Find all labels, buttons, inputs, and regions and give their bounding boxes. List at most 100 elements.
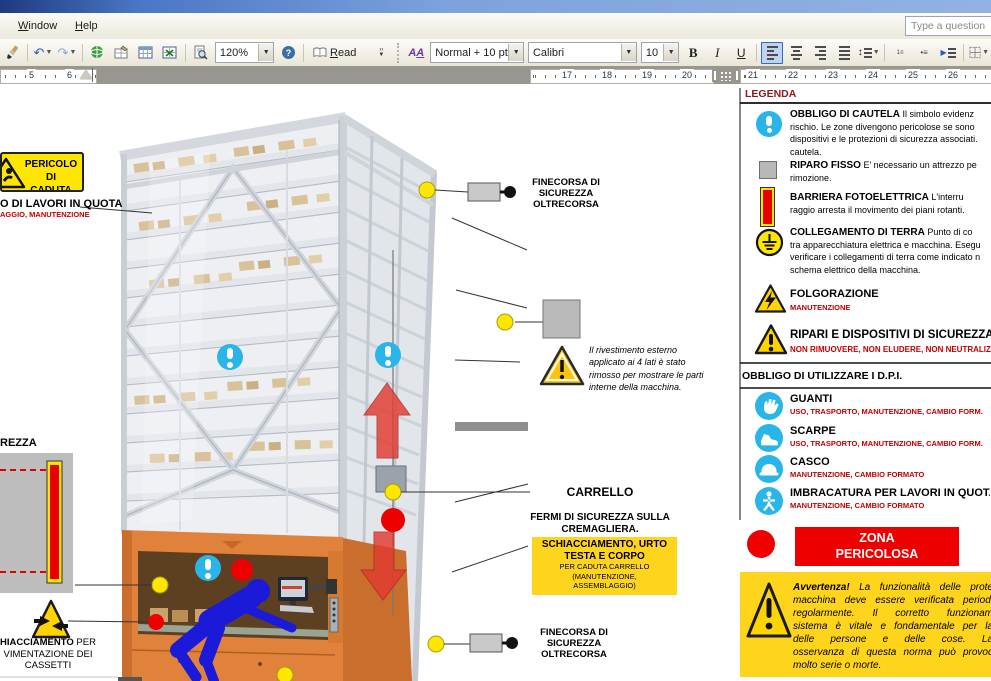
- pericolo-sign-text: PERICOLODI CADUTA: [24, 158, 78, 192]
- read-button[interactable]: Read: [308, 42, 361, 64]
- title-bar: [0, 0, 991, 13]
- table-column-marker[interactable]: [712, 69, 740, 82]
- carrello-label: CARRELLO: [540, 486, 660, 499]
- undo-button[interactable]: ↶▼: [32, 42, 54, 64]
- avvertenza-text: Avvertenza! La funzionalità delle prote …: [793, 581, 991, 672]
- danger-spot: [148, 614, 164, 630]
- style-combobox[interactable]: Normal + 10 pt, ▼: [430, 42, 524, 63]
- svg-text:?: ?: [285, 48, 291, 58]
- safety-shoes-icon: [755, 424, 783, 452]
- limit-switch-bottom: [470, 634, 518, 652]
- crush-warning-triangle-icon: [33, 601, 69, 637]
- word-window: { "window": { "menu_items": [ {"u": "W",…: [0, 0, 991, 681]
- ruler-number: 17: [560, 69, 574, 81]
- warning-triangle-icon: [754, 323, 788, 356]
- borders-icon: [969, 46, 981, 59]
- redo-button[interactable]: ↷▼: [56, 42, 78, 64]
- legend-item-riparo: RIPARO FISSO E' necessario un attrezzo p…: [790, 159, 991, 184]
- hyperlink-button[interactable]: [87, 42, 109, 64]
- align-left-button[interactable]: [761, 42, 783, 64]
- ruler-number: 21: [746, 69, 760, 81]
- ruler-number: 22: [786, 69, 800, 81]
- help-button[interactable]: ?: [277, 42, 299, 64]
- ruler-number: 25: [906, 69, 920, 81]
- electric-shock-triangle-icon: [754, 283, 787, 314]
- bulleted-list-button[interactable]: •≡: [913, 42, 935, 64]
- underline-button[interactable]: U: [730, 42, 752, 64]
- finecorsa-bottom-label: FINECORSA DISICUREZZAOLTRECORSA: [524, 627, 624, 660]
- insert-table-icon: [138, 45, 153, 60]
- dpi-item-guanti: GUANTI USO, TRASPORTO, MANUTENZIONE, CAM…: [790, 393, 983, 416]
- format-painter-icon: [5, 45, 20, 60]
- avvertenza-triangle-icon: [746, 581, 792, 639]
- dpi-item-imbracatura: IMBRACATURA PER LAVORI IN QUOTA MANUTENZ…: [790, 487, 990, 510]
- legend-title: LEGENDA: [745, 89, 796, 101]
- undo-dropdown-arrow[interactable]: ▼: [45, 49, 52, 56]
- font-size-value: 10: [646, 47, 658, 59]
- toolbar-options-button[interactable]: ››▼: [370, 42, 392, 64]
- insert-excel-button[interactable]: [159, 42, 181, 64]
- ruler-number: 5: [27, 69, 36, 81]
- earth-ground-icon: [755, 228, 784, 257]
- zoom-combobox[interactable]: 120% ▼: [215, 42, 274, 63]
- dpi-section-title: OBBLIGO DI UTILIZZARE I D.P.I.: [742, 370, 902, 382]
- ruler-number: 23: [826, 69, 840, 81]
- lavori-in-quota-sublabel: AGGIO, MANUTENZIONE: [0, 211, 90, 219]
- ruler-number: 19: [640, 69, 654, 81]
- line-spacing-dropdown-arrow[interactable]: ▼: [873, 49, 880, 56]
- finecorsa-top-label: FINECORSA DISICUREZZAOLTRECORSA: [516, 177, 616, 210]
- legend-item-folgorazione: FOLGORAZIONE MANUTENZIONE: [790, 288, 879, 312]
- pericolo-di-caduta-sign: PERICOLODI CADUTA: [0, 152, 84, 192]
- zoom-dropdown-arrow[interactable]: ▼: [258, 44, 273, 61]
- tables-borders-button[interactable]: [111, 42, 133, 64]
- borders-dropdown-arrow[interactable]: ▼: [982, 49, 989, 56]
- format-painter-button[interactable]: [1, 42, 23, 64]
- document-zoom-button[interactable]: [190, 42, 212, 64]
- align-center-button[interactable]: [785, 42, 807, 64]
- read-label: Read: [330, 47, 356, 59]
- legend-item-ripari: RIPARI E DISPOSITIVI DI SICUREZZA NON RI…: [790, 329, 991, 354]
- legend-item-cautela: OBBLIGO DI CAUTELA Il simbolo evidenz ri…: [790, 108, 991, 158]
- menu-help[interactable]: Help: [68, 18, 105, 34]
- ruler-number: 20: [680, 69, 694, 81]
- zoom-value: 120%: [220, 47, 248, 59]
- ruler-number: 26: [946, 69, 960, 81]
- justify-button[interactable]: [833, 42, 855, 64]
- line-spacing-button[interactable]: ↕▼: [857, 42, 880, 64]
- font-dropdown-arrow[interactable]: ▼: [621, 44, 636, 61]
- cover-removed-note: Il rivestimento esternoapplicato ai 4 la…: [589, 344, 739, 393]
- menu-window[interactable]: Window: [11, 18, 64, 34]
- font-size-combobox[interactable]: 10 ▼: [641, 42, 679, 63]
- harness-icon: [755, 487, 783, 515]
- borders-button[interactable]: ▼: [968, 42, 990, 64]
- indent-marker[interactable]: [80, 70, 92, 79]
- toolbar-drag-handle[interactable]: [397, 43, 400, 63]
- numbered-list-button[interactable]: 1≡: [889, 42, 911, 64]
- photocell-barrier-detail: [0, 453, 73, 593]
- styles-formatting-button[interactable]: AA: [405, 42, 427, 64]
- document-zoom-icon: [193, 45, 208, 60]
- font-combobox[interactable]: Calibri ▼: [528, 42, 637, 63]
- align-right-button[interactable]: [809, 42, 831, 64]
- lavori-in-quota-label: O DI LAVORI IN QUOTA: [0, 198, 122, 210]
- insert-excel-icon: [162, 45, 177, 60]
- ruler-number: 18: [600, 69, 614, 81]
- dpi-item-casco: CASCO MANUTENZIONE, CAMBIO FORMATO: [790, 456, 924, 479]
- redo-dropdown-arrow[interactable]: ▼: [69, 49, 76, 56]
- insert-table-button[interactable]: [135, 42, 157, 64]
- caution-circle-icon: [756, 111, 782, 137]
- font-size-dropdown-arrow[interactable]: ▼: [663, 44, 678, 61]
- fixed-guard-icon: [759, 161, 777, 179]
- ask-a-question-input[interactable]: Type a question: [905, 16, 991, 36]
- helmet-icon: [755, 455, 783, 483]
- danger-zone-dot-icon: [747, 530, 775, 558]
- style-dropdown-arrow[interactable]: ▼: [508, 44, 523, 61]
- italic-button[interactable]: I: [706, 42, 728, 64]
- read-book-icon: [313, 46, 327, 59]
- photocell-barrier-icon: [761, 188, 774, 226]
- barriera-label-cut: REZZA: [0, 437, 37, 449]
- bold-button[interactable]: B: [682, 42, 704, 64]
- horizontal-ruler[interactable]: 5 6 17 18 19 20 21 22 23 24 25 26: [0, 66, 991, 84]
- increase-indent-button[interactable]: ▶: [937, 42, 959, 64]
- danger-spot: [231, 559, 253, 581]
